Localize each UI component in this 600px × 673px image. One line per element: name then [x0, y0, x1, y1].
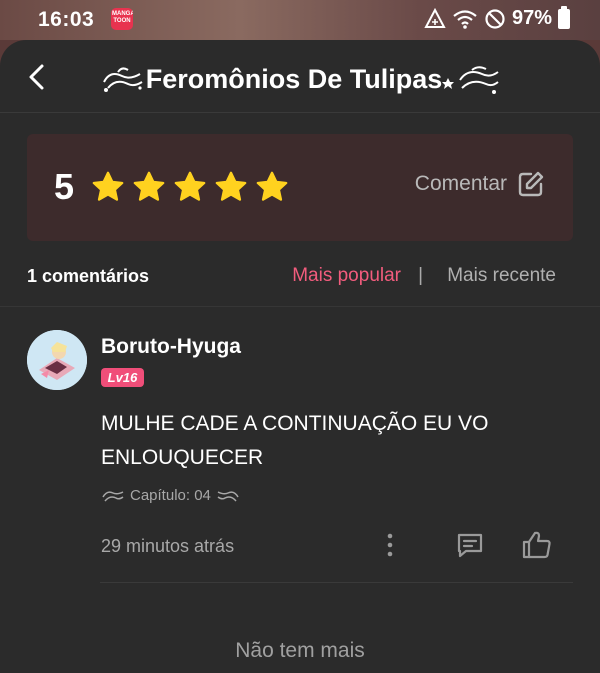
comment-count: 1 comentários	[27, 266, 150, 286]
ornament-right-icon	[442, 66, 499, 94]
rating-stars	[90, 169, 290, 205]
status-icons: 97%	[424, 5, 570, 30]
ornament-left-icon	[102, 67, 143, 92]
back-arrow-icon[interactable]	[22, 62, 52, 92]
ornament-small-left-icon	[102, 490, 124, 501]
end-of-list-text: Não tem mais	[235, 639, 365, 662]
app-icon-label: MANGA TOON	[112, 11, 133, 24]
sort-row: 1 comentários Mais popular | Mais recent…	[27, 264, 573, 292]
star-icon	[215, 171, 247, 201]
status-bar: 16:03 MANGA TOON 97%	[0, 0, 600, 40]
username[interactable]: Boruto-Hyuga	[101, 335, 241, 359]
level-badge: Lv16	[101, 368, 144, 387]
comment-button[interactable]: Comentar	[415, 170, 545, 198]
comment-text: MULHE CADE A CONTINUAÇÃO EU VO ENLOUQUEC…	[101, 412, 489, 469]
title-text: Feromônios De Tulipas	[145, 64, 443, 94]
like-icon[interactable]	[520, 528, 554, 562]
comment-button-label: Comentar	[414, 172, 507, 195]
sort-recent-tab[interactable]: Mais recente	[447, 265, 556, 287]
comment-item: Boruto-Hyuga Lv16 MULHE CADE A CONTINUAÇ…	[0, 307, 600, 587]
star-icon	[92, 171, 124, 201]
page-title: Feromônios De Tulipas	[60, 64, 540, 96]
battery-percent: 97%	[511, 7, 552, 29]
more-options-icon[interactable]	[382, 530, 398, 560]
sort-popular-tab[interactable]: Mais popular	[292, 265, 401, 287]
avatar[interactable]	[27, 330, 87, 390]
status-time: 16:03	[38, 8, 95, 31]
comment-divider	[100, 582, 573, 583]
reply-icon[interactable]	[454, 529, 486, 561]
battery-icon	[558, 5, 570, 29]
do-not-disturb-icon	[485, 8, 505, 29]
avatar-image	[27, 330, 87, 390]
header: Feromônios De Tulipas	[0, 40, 600, 112]
header-divider	[0, 112, 600, 113]
app-notification-icon: MANGA TOON	[111, 8, 133, 30]
wifi-icon	[453, 9, 477, 29]
comments-panel: Feromônios De Tulipas 5 Comentar 1 comen…	[0, 40, 600, 673]
chapter-label: Capítulo: 04	[130, 487, 211, 504]
ornament-small-right-icon	[217, 490, 239, 501]
rating-card: 5 Comentar	[27, 134, 573, 241]
edit-icon	[518, 171, 544, 197]
comment-time: 29 minutos atrás	[101, 536, 235, 556]
star-icon	[256, 171, 288, 201]
star-icon	[174, 171, 206, 201]
sort-separator: |	[418, 265, 423, 286]
rating-score: 5	[54, 166, 75, 207]
data-saver-icon	[424, 7, 446, 28]
chapter-tag[interactable]: Capítulo: 04	[101, 487, 240, 504]
star-icon	[133, 171, 165, 201]
